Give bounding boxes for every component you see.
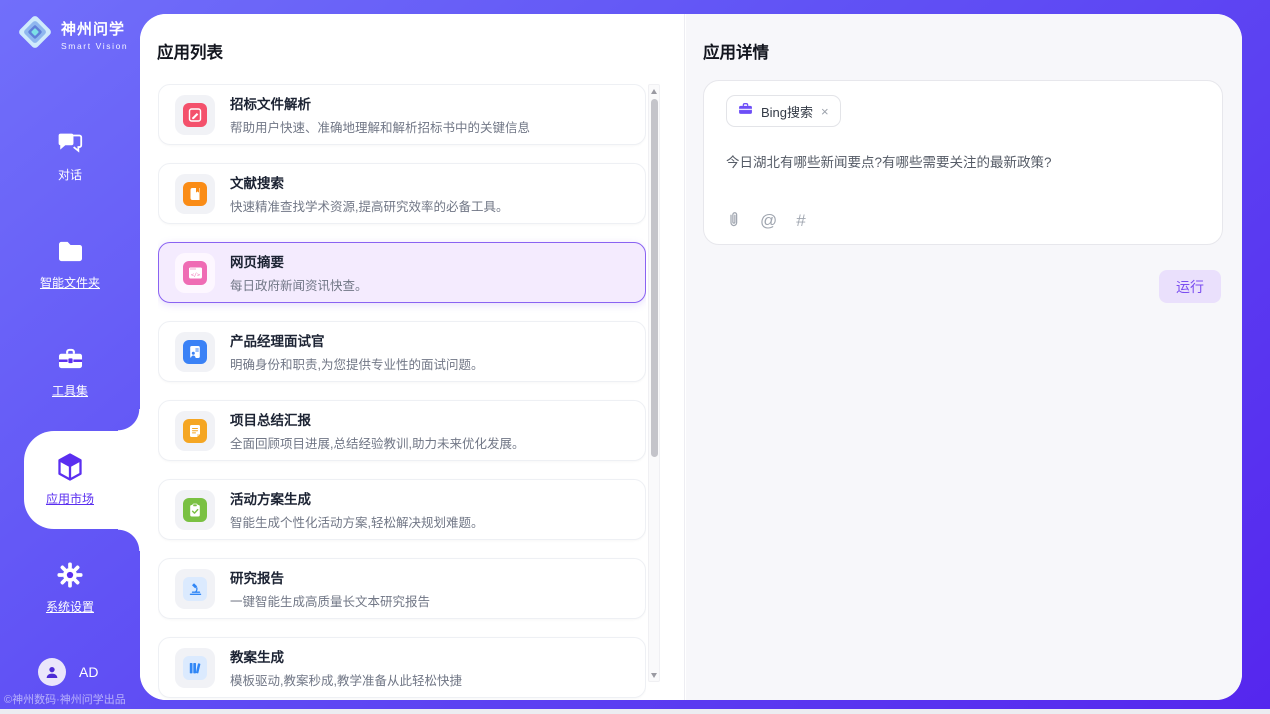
tag-close-icon[interactable]: × <box>821 105 829 118</box>
app-card-desc: 帮助用户快速、准确地理解和解析招标书中的关键信息 <box>230 117 530 136</box>
doc-edit-icon <box>183 103 207 127</box>
app-card[interactable]: 教案生成 模板驱动,教案秒成,教学准备从此轻松快捷 <box>158 637 646 698</box>
sidebar-item-label: 对话 <box>58 166 82 183</box>
app-card-desc: 快速精准查找学术资源,提高研究效率的必备工具。 <box>230 196 508 215</box>
app-card-title: 项目总结汇报 <box>230 409 524 429</box>
sidebar-item-label: 应用市场 <box>46 490 94 507</box>
briefcase-icon <box>738 102 753 120</box>
sidebar-item-label: 工具集 <box>52 382 88 399</box>
app-card-desc: 全面回顾项目进展,总结经验教训,助力未来优化发展。 <box>230 433 524 452</box>
app-card-title: 网页摘要 <box>230 251 368 271</box>
browser-code-icon: </> <box>183 261 207 285</box>
app-card-title: 研究报告 <box>230 567 430 587</box>
app-card-desc: 智能生成个性化活动方案,轻松解决规划难题。 <box>230 512 483 531</box>
sidebar: 神州问学 Smart Vision 对话 智能文件夹 工具集 应用市场 系统设置… <box>0 0 140 714</box>
brand-logo: 神州问学 Smart Vision <box>16 13 128 56</box>
sidebar-item-gear[interactable]: 系统设置 <box>0 534 140 642</box>
folder-icon <box>56 237 84 265</box>
run-button[interactable]: 运行 <box>1159 270 1221 303</box>
books-icon <box>183 656 207 680</box>
app-detail-title: 应用详情 <box>703 39 769 63</box>
tool-tag-label: Bing搜索 <box>761 102 813 121</box>
note-icon <box>183 419 207 443</box>
sidebar-item-folder[interactable]: 智能文件夹 <box>0 210 140 318</box>
app-card-title: 招标文件解析 <box>230 93 530 113</box>
arrow-up-icon <box>651 89 657 94</box>
prompt-input[interactable]: 今日湖北有哪些新闻要点?有哪些需要关注的最新政策? <box>726 153 1200 173</box>
scrollbar[interactable] <box>648 84 660 682</box>
cube-icon <box>56 453 84 481</box>
app-list-title: 应用列表 <box>157 39 223 63</box>
toolbox-icon <box>56 345 84 373</box>
avatar[interactable] <box>38 658 66 686</box>
app-card-desc: 明确身份和职责,为您提供专业性的面试问题。 <box>230 354 483 373</box>
arrow-down-icon <box>651 673 657 678</box>
app-card-title: 产品经理面试官 <box>230 330 483 350</box>
app-card[interactable]: 研究报告 一键智能生成高质量长文本研究报告 <box>158 558 646 619</box>
prompt-toolbar: @ # <box>726 210 806 231</box>
app-card[interactable]: </> 网页摘要 每日政府新闻资讯快查。 <box>158 242 646 303</box>
sidebar-nav: 对话 智能文件夹 工具集 应用市场 系统设置 <box>0 102 140 642</box>
app-detail-panel: 应用详情 Bing搜索 × 今日湖北有哪些新闻要点?有哪些需要关注的最新政策? <box>686 14 1242 700</box>
app-card-desc: 一键智能生成高质量长文本研究报告 <box>230 591 430 610</box>
app-card-desc: 每日政府新闻资讯快查。 <box>230 275 368 294</box>
person-doc-icon <box>183 340 207 364</box>
scroll-down-button[interactable] <box>648 669 660 681</box>
app-card[interactable]: 文献搜索 快速精准查找学术资源,提高研究效率的必备工具。 <box>158 163 646 224</box>
app-card[interactable]: 招标文件解析 帮助用户快速、准确地理解和解析招标书中的关键信息 <box>158 84 646 145</box>
app-card[interactable]: 产品经理面试官 明确身份和职责,为您提供专业性的面试问题。 <box>158 321 646 382</box>
main-content: 应用列表 招标文件解析 帮助用户快速、准确地理解和解析招标书中的关键信息 文献搜… <box>140 14 1242 700</box>
user-row[interactable]: AD <box>38 658 98 686</box>
user-initials: AD <box>79 664 98 680</box>
book-icon <box>183 182 207 206</box>
sidebar-item-cube[interactable]: 应用市场 <box>0 426 140 534</box>
sidebar-item-chat[interactable]: 对话 <box>0 102 140 210</box>
attach-icon[interactable] <box>726 210 741 231</box>
microscope-icon <box>183 577 207 601</box>
app-card-desc: 模板驱动,教案秒成,教学准备从此轻松快捷 <box>230 670 462 689</box>
scrollbar-thumb[interactable] <box>651 99 658 457</box>
app-card[interactable]: 项目总结汇报 全面回顾项目进展,总结经验教训,助力未来优化发展。 <box>158 400 646 461</box>
app-card-title: 文献搜索 <box>230 172 508 192</box>
svg-text:</>: </> <box>190 272 199 278</box>
sidebar-footer: ©神州数码·神州问学出品 <box>4 691 138 707</box>
app-list-panel: 应用列表 招标文件解析 帮助用户快速、准确地理解和解析招标书中的关键信息 文献搜… <box>140 14 685 700</box>
app-card-title: 教案生成 <box>230 646 462 666</box>
window-bottom-edge <box>0 709 1270 714</box>
prompt-card: Bing搜索 × 今日湖北有哪些新闻要点?有哪些需要关注的最新政策? @ # <box>703 80 1223 245</box>
sidebar-item-label: 系统设置 <box>46 598 94 615</box>
brand-subtitle: Smart Vision <box>61 41 128 51</box>
clipboard-check-icon <box>183 498 207 522</box>
tool-tag-bing[interactable]: Bing搜索 × <box>726 95 841 127</box>
mention-icon[interactable]: @ <box>760 212 777 229</box>
hash-icon[interactable]: # <box>796 212 805 229</box>
app-card[interactable]: 活动方案生成 智能生成个性化活动方案,轻松解决规划难题。 <box>158 479 646 540</box>
app-card-title: 活动方案生成 <box>230 488 483 508</box>
chat-icon <box>56 129 84 157</box>
scrollbar-track[interactable] <box>649 97 659 669</box>
brand-diamond-icon <box>16 13 54 56</box>
app-list: 招标文件解析 帮助用户快速、准确地理解和解析招标书中的关键信息 文献搜索 快速精… <box>158 84 646 700</box>
person-icon <box>44 664 60 680</box>
sidebar-item-label: 智能文件夹 <box>40 274 100 291</box>
gear-icon <box>56 561 84 589</box>
brand-name: 神州问学 <box>61 18 128 39</box>
scroll-up-button[interactable] <box>648 85 660 97</box>
